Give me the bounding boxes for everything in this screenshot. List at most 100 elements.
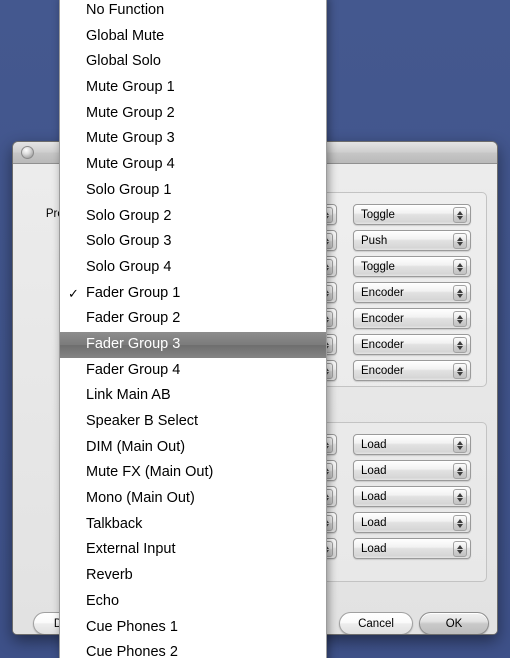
menu-item-label: Cue Phones 1 xyxy=(86,618,178,635)
popup-value: Encoder xyxy=(361,364,404,377)
remote-mode-popup-arrows[interactable] xyxy=(453,259,467,275)
chevron-up-icon xyxy=(457,440,463,445)
chevron-up-icon xyxy=(457,518,463,523)
menu-item[interactable]: Cue Phones 1 xyxy=(60,615,326,641)
function-mode-popup-arrows[interactable] xyxy=(453,437,467,453)
menu-item[interactable]: Solo Group 2 xyxy=(60,204,326,230)
popup-value: Encoder xyxy=(361,338,404,351)
remote-mode-popup[interactable]: Toggle xyxy=(353,256,471,277)
function-mode-popup[interactable]: Load xyxy=(353,512,471,533)
menu-item-label: Global Mute xyxy=(86,27,165,44)
menu-item[interactable]: Mute Group 1 xyxy=(60,75,326,101)
menu-item[interactable]: Link Main AB xyxy=(60,383,326,409)
remote-mode-popup[interactable]: Encoder xyxy=(353,308,471,329)
chevron-up-icon xyxy=(457,544,463,549)
menu-item[interactable]: DIM (Main Out) xyxy=(60,435,326,461)
menu-item-label: No Function xyxy=(86,2,165,18)
function-mode-popup[interactable]: Load xyxy=(353,538,471,559)
chevron-up-icon xyxy=(457,210,463,215)
function-mode-popup-arrows[interactable] xyxy=(453,489,467,505)
menu-item[interactable]: Speaker B Select xyxy=(60,409,326,435)
function-mode-popup[interactable]: Load xyxy=(353,460,471,481)
menu-item-label: Mute Group 4 xyxy=(86,156,175,173)
menu-item-label: Solo Group 3 xyxy=(86,233,172,250)
chevron-down-icon xyxy=(457,549,463,554)
menu-item-label: Fader Group 3 xyxy=(86,335,181,352)
menu-item[interactable]: Solo Group 4 xyxy=(60,255,326,281)
menu-item[interactable]: Fader Group 3 xyxy=(60,331,326,358)
menu-item[interactable]: Mute Group 4 xyxy=(60,152,326,178)
popup-value: Push xyxy=(361,234,388,247)
chevron-up-icon xyxy=(457,236,463,241)
remote-mode-popup-arrows[interactable] xyxy=(453,233,467,249)
ok-button[interactable]: OK xyxy=(419,612,489,634)
menu-item[interactable]: Global Solo xyxy=(60,49,326,75)
remote-mode-popup-arrows[interactable] xyxy=(453,285,467,301)
menu-item-label: Fader Group 1 xyxy=(86,284,181,301)
function-mode-popup-arrows[interactable] xyxy=(453,463,467,479)
menu-item[interactable]: Mute Group 2 xyxy=(60,101,326,127)
chevron-up-icon xyxy=(457,314,463,319)
function-mode-popup-arrows[interactable] xyxy=(453,541,467,557)
menu-item-label: Mute Group 3 xyxy=(86,130,175,147)
menu-item[interactable]: Mute Group 3 xyxy=(60,126,326,152)
menu-item[interactable]: Reverb xyxy=(60,563,326,589)
menu-item[interactable]: Fader Group 4 xyxy=(60,358,326,384)
chevron-down-icon xyxy=(457,267,463,272)
menu-item[interactable]: No Function xyxy=(60,0,326,24)
menu-item-label: Solo Group 2 xyxy=(86,207,172,224)
popup-value: Load xyxy=(361,464,387,477)
chevron-down-icon xyxy=(457,445,463,450)
remote-mode-popup[interactable]: Encoder xyxy=(353,282,471,303)
menu-item[interactable]: ✓ Fader Group 1 xyxy=(60,281,326,307)
popup-value: Load xyxy=(361,542,387,555)
checkmark-icon: ✓ xyxy=(68,285,79,301)
remote-mode-popup[interactable]: Toggle xyxy=(353,204,471,225)
chevron-up-icon xyxy=(457,262,463,267)
menu-item[interactable]: Cue Phones 2 xyxy=(60,640,326,658)
menu-item-label: Solo Group 1 xyxy=(86,181,172,198)
remote-mode-popup[interactable]: Encoder xyxy=(353,334,471,355)
remote-mode-popup-arrows[interactable] xyxy=(453,363,467,379)
menu-item-label: Reverb xyxy=(86,567,133,584)
function-mode-popup[interactable]: Load xyxy=(353,486,471,507)
popup-value: Toggle xyxy=(361,208,395,221)
cancel-button[interactable]: Cancel xyxy=(339,612,413,634)
menu-item-label: External Input xyxy=(86,541,176,558)
chevron-up-icon xyxy=(457,366,463,371)
chevron-down-icon xyxy=(457,471,463,476)
menu-item[interactable]: Echo xyxy=(60,589,326,615)
menu-item[interactable]: Mute FX (Main Out) xyxy=(60,460,326,486)
menu-item[interactable]: External Input xyxy=(60,537,326,563)
menu-item-label: Fader Group 4 xyxy=(86,361,181,378)
chevron-down-icon xyxy=(457,497,463,502)
menu-item-label: Talkback xyxy=(86,515,143,532)
menu-item-label: Speaker B Select xyxy=(86,413,199,429)
menu-item[interactable]: Talkback xyxy=(60,512,326,538)
remote-mode-popup[interactable]: Encoder xyxy=(353,360,471,381)
menu-item-label: Echo xyxy=(86,592,120,609)
chevron-up-icon xyxy=(457,492,463,497)
function-dropdown-menu[interactable]: No Function Global Mute Global Solo Mute Gr… xyxy=(59,0,327,658)
chevron-up-icon xyxy=(457,466,463,471)
menu-item[interactable]: Global Mute xyxy=(60,24,326,50)
menu-item[interactable]: Solo Group 3 xyxy=(60,229,326,255)
function-mode-popup-arrows[interactable] xyxy=(453,515,467,531)
chevron-down-icon xyxy=(457,345,463,350)
menu-item-label: Mono (Main Out) xyxy=(86,490,195,507)
chevron-down-icon xyxy=(457,241,463,246)
menu-item[interactable]: Mono (Main Out) xyxy=(60,486,326,512)
menu-item[interactable]: Solo Group 1 xyxy=(60,178,326,204)
menu-item[interactable]: Fader Group 2 xyxy=(60,306,326,332)
chevron-down-icon xyxy=(457,215,463,220)
menu-item-label: Mute FX (Main Out) xyxy=(86,464,214,481)
menu-item-label: DIM (Main Out) xyxy=(86,438,186,455)
close-button[interactable] xyxy=(21,146,34,159)
function-mode-popup[interactable]: Load xyxy=(353,434,471,455)
remote-mode-popup[interactable]: Push xyxy=(353,230,471,251)
remote-mode-popup-arrows[interactable] xyxy=(453,337,467,353)
remote-mode-popup-arrows[interactable] xyxy=(453,311,467,327)
chevron-down-icon xyxy=(457,319,463,324)
remote-mode-popup-arrows[interactable] xyxy=(453,207,467,223)
menu-item-label: Mute Group 2 xyxy=(86,104,175,121)
